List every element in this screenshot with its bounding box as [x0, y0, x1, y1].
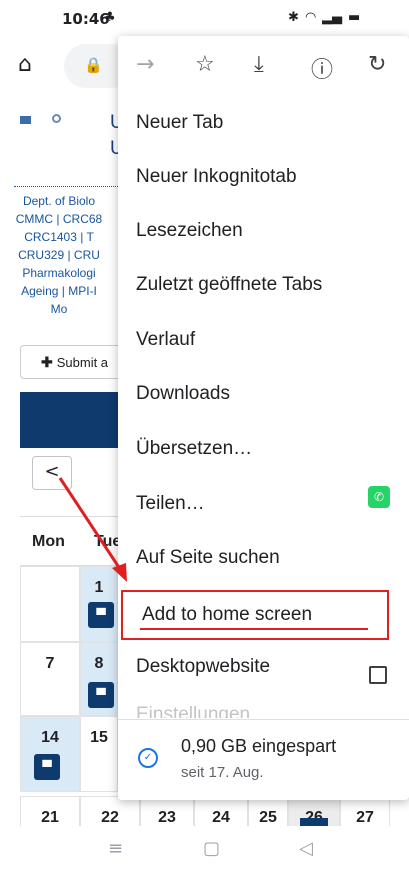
menu-item-bookmarks[interactable]: Lesezeichen	[136, 220, 243, 242]
menu-item-translate[interactable]: Übersetzen…	[136, 438, 252, 460]
calendar-cell[interactable]: 21	[20, 796, 80, 826]
calendar-cell[interactable]: 22	[80, 796, 140, 826]
reload-icon[interactable]: ↻	[368, 52, 386, 77]
overflow-menu: → ☆ ⤓ ⓘ ↻ Neuer Tab Neuer Inkognitotab L…	[118, 36, 409, 800]
dept-link[interactable]: CRU329 | CRU	[0, 246, 118, 264]
calendar-cell-empty	[20, 566, 80, 642]
menu-item-new-tab[interactable]: Neuer Tab	[136, 112, 223, 134]
menu-icon[interactable]: ≡	[108, 838, 123, 859]
calendar-cell[interactable]: 24	[194, 796, 248, 826]
event-marker	[300, 818, 328, 826]
lock-icon: 🔒	[84, 56, 103, 74]
menu-item-incognito-tab[interactable]: Neuer Inkognitotab	[136, 166, 297, 188]
home-icon[interactable]: ⌂	[18, 52, 32, 77]
status-bar: 10:46 ♣ ✱ ◠ ▂▄ ▬	[0, 0, 409, 36]
info-icon[interactable]: ⓘ	[311, 52, 333, 84]
calendar-cell[interactable]: 23	[140, 796, 194, 826]
menu-item-desktop-site[interactable]: Desktopwebsite	[136, 656, 270, 678]
day-header-mon: Mon	[20, 516, 80, 566]
dept-link[interactable]: CMMC | CRC68	[0, 210, 118, 228]
back-triangle-icon[interactable]: ◁	[299, 838, 313, 859]
event-icon[interactable]: ▀	[34, 754, 60, 780]
menu-item-downloads[interactable]: Downloads	[136, 383, 230, 405]
annotation-highlight-box	[121, 590, 389, 640]
signal-icon: ▂▄	[322, 10, 342, 25]
menu-item-share[interactable]: Teilen…	[136, 493, 205, 515]
plus-icon: ✚	[41, 354, 53, 370]
desktop-site-checkbox[interactable]	[369, 666, 387, 684]
menu-item-settings[interactable]: Einstellungen	[136, 704, 250, 718]
event-icon[interactable]: ▀	[88, 602, 114, 628]
dept-link[interactable]: Ageing | MPI-I	[0, 282, 118, 300]
battery-icon: ▬	[348, 10, 361, 25]
calendar-cell[interactable]: 15	[80, 716, 118, 792]
whatsapp-icon[interactable]: ✆	[368, 486, 390, 508]
clock: 10:46	[62, 10, 110, 28]
data-saver-since: seit 17. Aug.	[181, 764, 264, 781]
bluetooth-icon: ✱	[288, 10, 299, 25]
navigation-bar: ≡ ▢ ◁	[0, 826, 409, 879]
menu-divider	[118, 719, 409, 720]
calendar-cell[interactable]: 27	[340, 796, 390, 826]
menu-icon-row: → ☆ ⤓ ⓘ ↻	[118, 36, 409, 98]
data-saver-amount[interactable]: 0,90 GB eingespart	[181, 736, 336, 757]
dept-link[interactable]: Pharmakologi	[0, 264, 118, 282]
event-icon[interactable]: ▀	[88, 682, 114, 708]
menu-item-find-in-page[interactable]: Auf Seite suchen	[136, 547, 280, 569]
forward-icon[interactable]: →	[136, 52, 154, 77]
site-logo	[20, 116, 31, 124]
notification-icon: ♣	[104, 10, 116, 25]
dept-links: Dept. of Biolo CMMC | CRC68 CRC1403 | T …	[0, 192, 118, 318]
annotation-underline	[140, 628, 368, 630]
home-square-icon[interactable]: ▢	[203, 838, 220, 859]
dept-link[interactable]: Dept. of Biolo	[0, 192, 118, 210]
download-icon[interactable]: ⤓	[254, 52, 264, 77]
data-saver-icon: ✓	[138, 748, 158, 768]
day-header-tue: Tue	[80, 516, 118, 566]
calendar-cell[interactable]: 25	[248, 796, 288, 826]
star-icon[interactable]: ☆	[195, 52, 215, 77]
dept-link[interactable]: Mo	[0, 300, 118, 318]
prev-month-button[interactable]: <	[32, 456, 72, 490]
dept-link[interactable]: CRC1403 | T	[0, 228, 118, 246]
menu-item-history[interactable]: Verlauf	[136, 329, 195, 351]
seal-logo	[52, 114, 61, 123]
wifi-icon: ◠	[305, 10, 317, 25]
calendar-cell[interactable]: 7	[20, 642, 80, 716]
divider	[14, 186, 118, 187]
menu-item-recent-tabs[interactable]: Zuletzt geöffnete Tabs	[136, 274, 322, 296]
